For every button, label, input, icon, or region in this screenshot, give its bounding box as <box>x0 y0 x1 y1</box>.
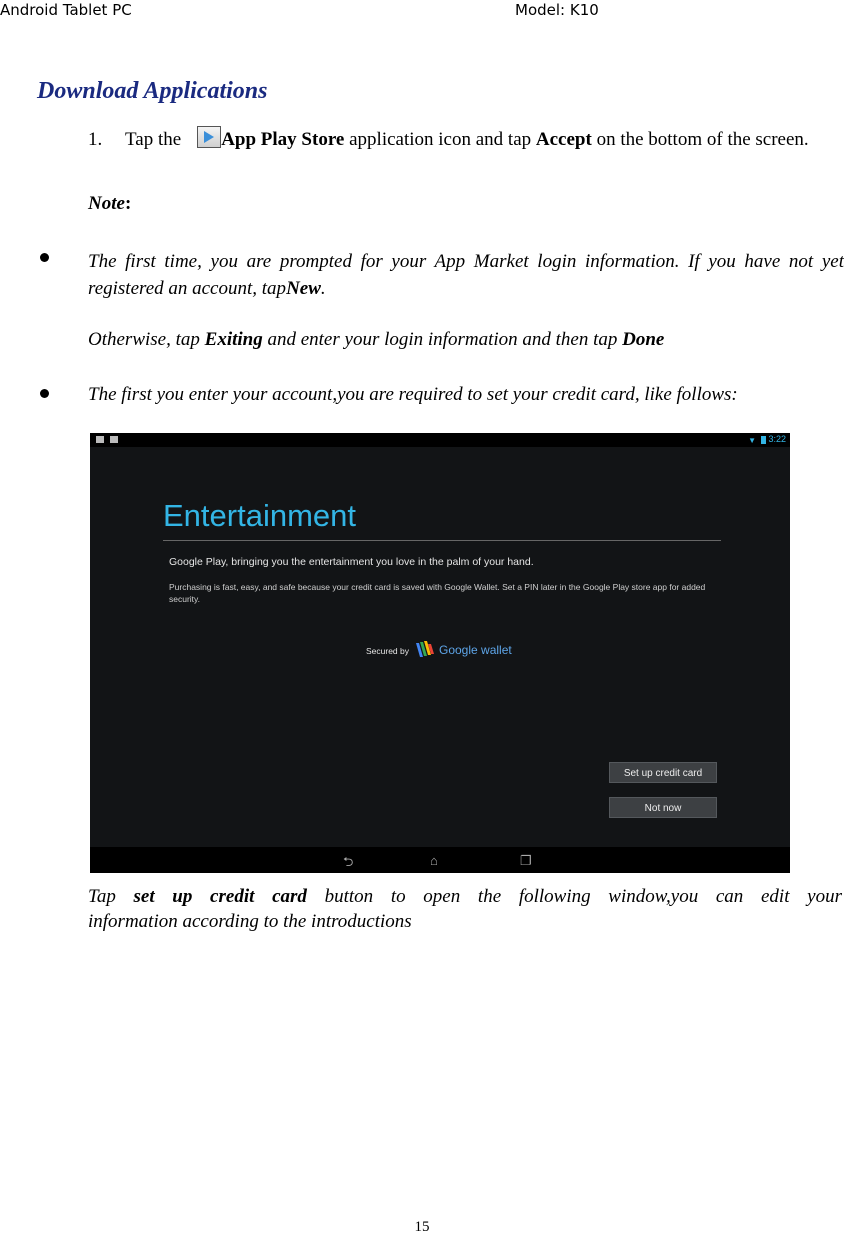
tablet-screenshot: ▼ 3:22 Entertainment Google Play, bringi… <box>90 433 790 873</box>
note-label: Note: <box>88 193 131 215</box>
step-text: Tap the App Play Store application icon a… <box>125 124 844 155</box>
step-prefix: Tap the <box>125 129 182 150</box>
page-header: Android Tablet PC Model: K10 <box>0 0 844 26</box>
secured-by-label: Secured by <box>366 646 409 656</box>
play-store-icon <box>197 126 222 148</box>
recents-icon[interactable]: ❐ <box>520 853 532 869</box>
bullet-icon <box>40 253 49 262</box>
step-suffix: on the bottom of the screen. <box>591 129 809 150</box>
bullet-2-text: The first you enter your account,you are… <box>88 384 738 405</box>
caption-rest: button to open the following window,you … <box>306 886 843 907</box>
note-colon: : <box>124 193 132 214</box>
b1-text: The first time, you are prompted for you… <box>88 251 844 299</box>
caption-line-2: information according to the introductio… <box>88 911 412 932</box>
step-number: 1. <box>88 129 103 150</box>
set-up-credit-card-button[interactable]: Set up credit card <box>609 762 717 783</box>
home-icon[interactable]: ⌂ <box>430 853 438 868</box>
b1-new: New <box>286 278 321 299</box>
status-time: 3:22 <box>768 434 786 444</box>
caption-bold: set up credit card <box>133 886 307 907</box>
back-icon[interactable]: ⮌ <box>343 853 353 873</box>
header-model: Model: K10 <box>515 1 599 19</box>
page-number: 15 <box>414 1219 430 1235</box>
otherwise-middle: and enter your login information and the… <box>262 329 623 350</box>
wifi-icon: ▼ <box>748 436 756 445</box>
otherwise-text: Otherwise, tap Exiting and enter your lo… <box>88 326 844 353</box>
section-title: Download Applications <box>37 78 268 104</box>
battery-icon <box>761 436 766 444</box>
app-name: App Play Store <box>221 129 345 150</box>
lead-text: Google Play, bringing you the entertainm… <box>169 556 534 568</box>
navigation-bar: ⮌ ⌂ ❐ <box>90 847 790 873</box>
status-bar: ▼ 3:22 <box>90 433 790 447</box>
bullet-icon <box>40 389 49 398</box>
accept-label: Accept <box>535 129 592 150</box>
caption-prefix: Tap <box>88 886 134 907</box>
caption-line-1: Tap set up credit card button to open th… <box>88 884 842 909</box>
caption-text: Tap set up credit card button to open th… <box>88 884 842 934</box>
b1-end: . <box>320 278 326 299</box>
entertainment-title: Entertainment <box>163 498 356 533</box>
google-wallet-logo-icon <box>416 641 434 657</box>
gallery-notification-icon <box>96 436 104 443</box>
note-word: Note <box>88 193 125 214</box>
google-wallet-label: Google wallet <box>439 643 512 657</box>
not-now-button[interactable]: Not now <box>609 797 717 818</box>
otherwise-exiting: Exiting <box>204 329 263 350</box>
title-divider <box>163 540 721 541</box>
step-middle: application icon and tap <box>344 129 536 150</box>
header-device: Android Tablet PC <box>0 1 132 19</box>
otherwise-prefix: Otherwise, tap <box>88 329 205 350</box>
bullet-1-text: The first time, you are prompted for you… <box>88 248 844 302</box>
description-text: Purchasing is fast, easy, and safe becau… <box>169 582 706 604</box>
play-notification-icon <box>110 436 118 443</box>
otherwise-done: Done <box>622 329 665 350</box>
